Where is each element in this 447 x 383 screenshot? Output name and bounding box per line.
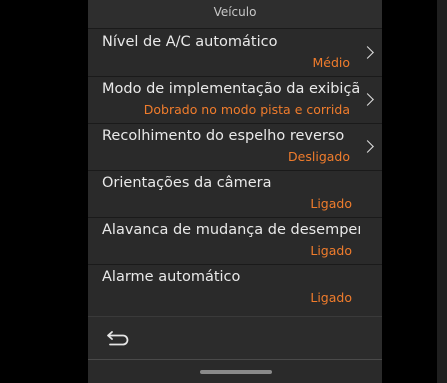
setting-value: Ligado (310, 243, 352, 258)
setting-performance-shift-lever[interactable]: Alavanca de mudança de desempenho Ligado (88, 218, 382, 264)
back-button[interactable] (102, 324, 136, 352)
back-arrow-icon (107, 331, 129, 346)
chevron-right-icon (361, 140, 374, 153)
setting-value: Ligado (310, 290, 352, 305)
setting-value: Desligado (288, 149, 350, 164)
chevron-right-icon (361, 46, 374, 59)
vehicle-settings-panel: Veículo Nível de A/C automático Médio Mo… (88, 0, 382, 383)
panel-header: Veículo (88, 0, 382, 29)
setting-auto-alarm[interactable]: Alarme automático Ligado (88, 265, 382, 311)
setting-camera-guidelines[interactable]: Orientações da câmera Ligado (88, 171, 382, 217)
home-indicator[interactable] (200, 370, 272, 374)
screen: Veículo Nível de A/C automático Médio Mo… (0, 0, 447, 383)
setting-value: Médio (312, 55, 350, 70)
setting-auto-ac-level[interactable]: Nível de A/C automático Médio (88, 30, 382, 76)
setting-label: Nível de A/C automático (102, 34, 278, 50)
chevron-right-icon (361, 93, 374, 106)
bottom-bar (88, 316, 382, 360)
setting-label: Modo de implementação da exibição (102, 81, 360, 97)
page-title: Veículo (213, 5, 257, 19)
frame-edge (437, 0, 447, 383)
setting-label: Alarme automático (102, 269, 241, 285)
setting-label: Alavanca de mudança de desempenho (102, 222, 360, 238)
setting-label: Recolhimento do espelho reverso (102, 128, 345, 144)
setting-value: Ligado (310, 196, 352, 211)
setting-mirror-fold[interactable]: Recolhimento do espelho reverso Desligad… (88, 124, 382, 170)
setting-display-deployment-mode[interactable]: Modo de implementação da exibição Dobrad… (88, 77, 382, 123)
setting-value: Dobrado no modo pista e corrida (143, 102, 350, 117)
bottom-divider (88, 359, 382, 360)
setting-label: Orientações da câmera (102, 175, 272, 191)
